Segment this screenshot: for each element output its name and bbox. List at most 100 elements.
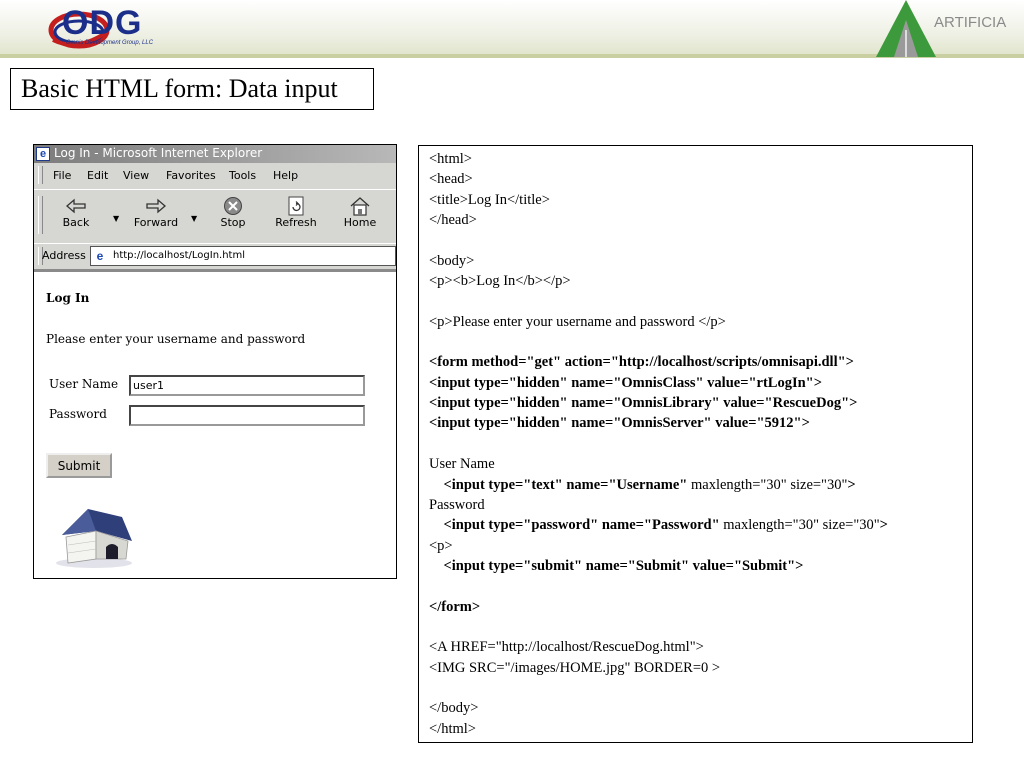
menu-favorites[interactable]: Favorites: [166, 169, 216, 182]
page-icon: e: [96, 249, 104, 263]
refresh-icon: [288, 196, 304, 216]
home-button[interactable]: Home: [331, 194, 389, 236]
odg-logo-subtitle: Omnis Development Group, LLC: [66, 40, 154, 46]
username-label: User Name: [49, 377, 119, 391]
code-segment: </head>: [429, 212, 477, 229]
code-segment: <input type="text" name="Username": [429, 476, 688, 493]
browser-title: Log In - Microsoft Internet Explorer: [54, 146, 263, 160]
code-segment: <input type="hidden" name="OmnisLibrary"…: [429, 395, 858, 412]
back-label: Back: [62, 216, 90, 229]
menu-tools[interactable]: Tools: [229, 169, 256, 182]
page-heading: Log In: [46, 291, 90, 305]
username-input[interactable]: [129, 375, 365, 396]
browser-titlebar: e Log In - Microsoft Internet Explorer: [34, 145, 396, 163]
address-bar: Address e http://localhost/LogIn.html: [34, 243, 396, 270]
code-line: <input type="hidden" name="OmnisServer" …: [429, 413, 888, 433]
code-line: <input type="text" name="Username" maxle…: [429, 475, 888, 495]
artificia-logo-icon: [876, 0, 936, 57]
code-segment: User Name: [429, 456, 495, 473]
code-segment: </form>: [429, 598, 481, 615]
code-segment: <title>Log In</title>: [429, 191, 550, 208]
code-segment: <input type="hidden" name="OmnisServer" …: [429, 415, 810, 432]
code-line: <p><b>Log In</b></p>: [429, 271, 888, 291]
code-line: <input type="hidden" name="OmnisClass" v…: [429, 373, 888, 393]
code-listing: <html> <head> <title>Log In</title> </head>…: [429, 149, 888, 739]
stop-icon: [224, 197, 242, 215]
toolbar-grip: [38, 196, 43, 234]
code-segment: </html>: [429, 720, 476, 737]
back-dropdown-icon[interactable]: ▼: [113, 214, 119, 223]
menubar-grip: [38, 166, 43, 184]
back-button[interactable]: Back: [47, 194, 105, 236]
refresh-button[interactable]: Refresh: [267, 194, 325, 236]
code-line: User Name: [429, 454, 888, 474]
artificia-logo-text: ARTIFICIA: [934, 14, 1007, 31]
forward-arrow-icon: [146, 198, 166, 214]
code-line: <html>: [429, 149, 888, 169]
page-content: Log In Please enter your username and pa…: [34, 273, 396, 578]
code-segment: <input type="submit" name="Submit" value…: [429, 557, 804, 574]
code-line: Password: [429, 495, 888, 515]
code-line: <title>Log In</title>: [429, 190, 888, 210]
code-panel: <html> <head> <title>Log In</title> </head>…: [418, 145, 973, 743]
code-segment: </body>: [429, 700, 479, 717]
code-line: <IMG SRC="/images/HOME.jpg" BORDER=0 >: [429, 658, 888, 678]
browser-menubar: File Edit View Favorites Tools Help: [34, 163, 396, 187]
menu-edit[interactable]: Edit: [87, 169, 108, 182]
code-line: </html>: [429, 719, 888, 739]
odg-logo-text: ODG: [62, 4, 143, 42]
submit-button[interactable]: Submit: [46, 453, 112, 478]
header-divider: [0, 54, 1024, 58]
code-segment: <A HREF="http://localhost/RescueDog.html…: [429, 639, 704, 656]
password-label: Password: [49, 407, 107, 421]
code-line: <p>: [429, 536, 888, 556]
forward-button[interactable]: Forward: [127, 194, 185, 236]
code-line: <A HREF="http://localhost/RescueDog.html…: [429, 637, 888, 657]
back-arrow-icon: [66, 198, 86, 214]
stop-button[interactable]: Stop: [204, 194, 262, 236]
code-segment: <html>: [429, 151, 472, 167]
menu-view[interactable]: View: [123, 169, 149, 182]
code-segment: <input type="password" name="Password": [429, 517, 720, 534]
code-segment: <input type="hidden" name="OmnisClass" v…: [429, 374, 822, 391]
slide-title: Basic HTML form: Data input: [10, 68, 374, 110]
code-line: <p>Please enter your username and passwo…: [429, 312, 888, 332]
code-line: <input type="hidden" name="OmnisLibrary"…: [429, 393, 888, 413]
code-segment: <p><b>Log In</b></p>: [429, 273, 571, 290]
code-segment: <IMG SRC="/images/HOME.jpg" BORDER=0 >: [429, 659, 721, 676]
ie-logo-icon: e: [36, 147, 50, 161]
code-line: <input type="submit" name="Submit" value…: [429, 556, 888, 576]
code-line: </body>: [429, 698, 888, 718]
address-field[interactable]: e http://localhost/LogIn.html: [90, 246, 396, 266]
address-label: Address: [42, 249, 86, 262]
code-segment: <body>: [429, 252, 475, 269]
browser-window: e Log In - Microsoft Internet Explorer F…: [33, 144, 397, 579]
home-label: Home: [343, 216, 377, 229]
code-line: </head>: [429, 210, 888, 230]
header-banner: ODG Omnis Development Group, LLC ARTIFIC…: [0, 0, 1024, 58]
password-input[interactable]: [129, 405, 365, 426]
address-url: http://localhost/LogIn.html: [113, 250, 245, 261]
code-segment: <p>Please enter your username and passwo…: [429, 313, 726, 330]
code-line: <body>: [429, 251, 888, 271]
forward-label: Forward: [133, 216, 179, 229]
page-instructions: Please enter your username and password: [46, 332, 306, 346]
doghouse-image[interactable]: [48, 501, 134, 569]
menu-file[interactable]: File: [53, 169, 71, 182]
code-line: <head>: [429, 169, 888, 189]
forward-dropdown-icon[interactable]: ▼: [191, 214, 197, 223]
code-segment: >: [847, 476, 856, 493]
home-icon: [350, 197, 370, 216]
menu-help[interactable]: Help: [273, 169, 298, 182]
code-segment: maxlength="30" size="30": [687, 476, 848, 493]
code-line: <form method="get" action="http://localh…: [429, 352, 888, 372]
code-segment: <form method="get" action="http://localh…: [429, 354, 854, 371]
code-segment: <head>: [429, 171, 473, 188]
